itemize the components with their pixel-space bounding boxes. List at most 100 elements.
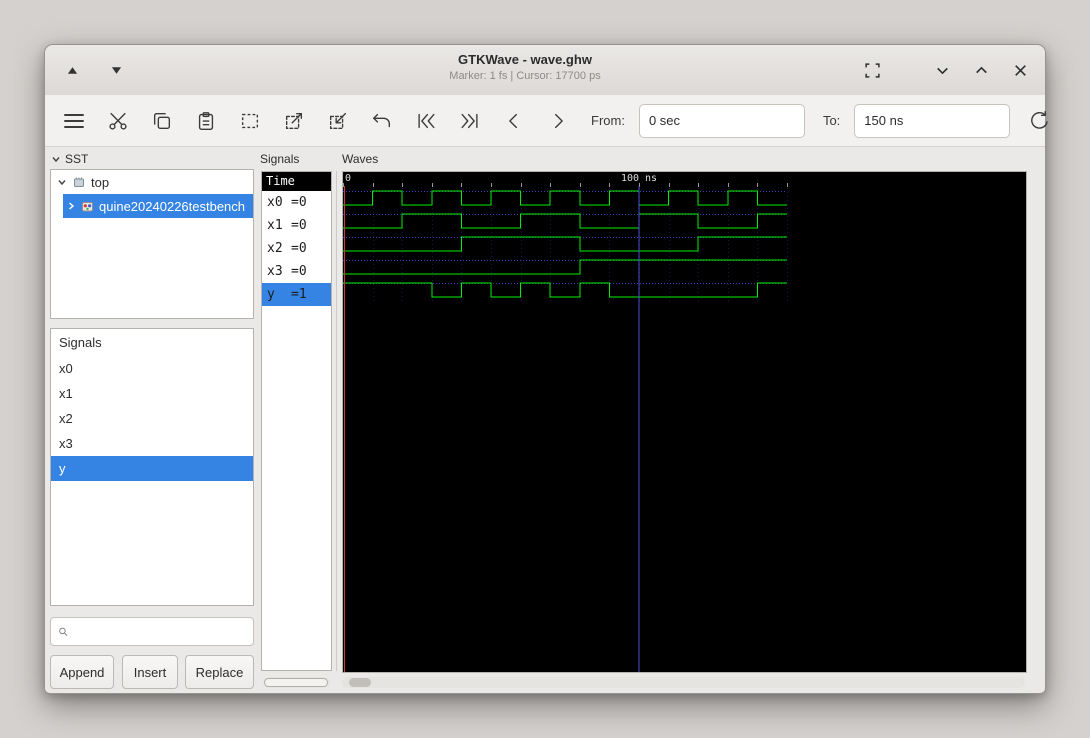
signal-name: x2: [267, 241, 283, 256]
list-item-y[interactable]: y: [51, 456, 253, 481]
sst-header: SST: [51, 152, 88, 166]
names-panel-header: Signals: [260, 152, 299, 166]
undo-icon: [373, 113, 391, 127]
scissors-icon: [109, 112, 127, 130]
zoom-fit-icon: [241, 113, 259, 128]
sst-label: SST: [65, 152, 89, 166]
titlebar-down-arrow-button[interactable]: [103, 57, 129, 83]
signal-name: x1: [267, 218, 283, 233]
tree-row-top[interactable]: top: [51, 170, 253, 194]
zoom-undo-button[interactable]: [367, 106, 397, 136]
reload-icon: [1030, 110, 1048, 129]
go-to-start-button[interactable]: [411, 106, 441, 136]
signal-value: =0: [291, 241, 307, 256]
close-button[interactable]: [1007, 57, 1033, 83]
list-item-x3[interactable]: x3: [51, 431, 253, 456]
copy-icon: [153, 112, 171, 129]
minimize-button[interactable]: [929, 57, 955, 83]
to-input[interactable]: [854, 103, 1011, 138]
zoom-in-button[interactable]: [279, 106, 309, 136]
names-hscrollbar-thumb[interactable]: [264, 678, 328, 687]
signal-value: =0: [291, 218, 307, 233]
zoom-out-icon: [329, 112, 347, 129]
go-to-end-button[interactable]: [455, 106, 485, 136]
list-item-x1[interactable]: x1: [51, 381, 253, 406]
skip-start-icon: [418, 113, 435, 128]
replace-button-label: Replace: [195, 664, 244, 680]
list-item-x0[interactable]: x0: [51, 356, 253, 381]
waves-hscrollbar-track[interactable]: [342, 677, 1025, 688]
hamburger-icon: [64, 113, 84, 128]
tree-row-testbench[interactable]: quine20240226testbench: [63, 194, 253, 218]
main-toolbar: From: To:: [45, 95, 1048, 147]
time-header: Time: [262, 172, 331, 191]
chevron-left-icon: [509, 113, 517, 128]
timeline-label: 0: [345, 173, 351, 184]
wave-name-row-x1[interactable]: x1 =0: [262, 214, 331, 237]
down-triangle-icon: [111, 66, 121, 74]
append-button[interactable]: Append: [50, 655, 114, 689]
list-item-x2[interactable]: x2: [51, 406, 253, 431]
signal-name: x0: [267, 195, 283, 210]
from-label: From:: [591, 113, 625, 128]
search-icon: [59, 627, 68, 636]
marker-cursor-status: Marker: 1 fs | Cursor: 17700 ps: [449, 70, 601, 82]
signal-name: x3: [267, 264, 283, 279]
expander-right-icon[interactable]: [66, 201, 76, 211]
zoom-in-icon: [285, 112, 303, 129]
menu-button[interactable]: [59, 106, 89, 136]
from-input[interactable]: [638, 103, 805, 138]
testbench-icon: [82, 201, 93, 211]
clipboard-icon: [198, 111, 214, 130]
waves-panel-label: Waves: [342, 152, 379, 166]
copy-traces-button[interactable]: [147, 106, 177, 136]
names-panel-label: Signals: [260, 152, 300, 166]
zoom-out-button[interactable]: [323, 106, 353, 136]
waveform-svg: 0 100 ns: [343, 172, 1026, 672]
zoom-fit-button[interactable]: [235, 106, 265, 136]
title-block: GTKWave - wave.ghw Marker: 1 fs | Cursor…: [165, 52, 885, 82]
to-label: To:: [822, 113, 841, 128]
fullscreen-button[interactable]: [859, 57, 885, 83]
waves-hscrollbar-thumb[interactable]: [349, 678, 371, 687]
signal-value: =1: [291, 287, 307, 302]
cut-traces-button[interactable]: [103, 106, 133, 136]
tree-root-label: top: [91, 174, 110, 190]
paste-traces-button[interactable]: [191, 106, 221, 136]
signal-name: y: [267, 287, 275, 302]
expander-down-icon[interactable]: [57, 177, 67, 187]
skip-end-icon: [461, 113, 478, 128]
replace-button[interactable]: Replace: [185, 655, 254, 689]
insert-button[interactable]: Insert: [122, 655, 178, 689]
signals-list-header: Signals: [59, 335, 102, 350]
shift-left-button[interactable]: [499, 106, 529, 136]
window-title: GTKWave - wave.ghw: [458, 52, 592, 67]
sst-tree-panel: top quine20240226testbench: [50, 169, 254, 319]
chevron-down-icon: [936, 67, 948, 74]
timeline-label: 100 ns: [621, 173, 657, 184]
titlebar-up-arrow-button[interactable]: [59, 57, 85, 83]
wave-canvas[interactable]: 0 100 ns: [342, 171, 1027, 673]
fullscreen-icon: [864, 62, 880, 78]
wave-name-row-x0[interactable]: x0 =0: [262, 191, 331, 214]
reload-button[interactable]: [1024, 106, 1054, 136]
signal-search-panel: Signals x0 x1 x2 x3 y: [50, 328, 254, 606]
pane-splitter[interactable]: [336, 171, 337, 671]
search-input[interactable]: [73, 617, 253, 646]
signal-value: =0: [291, 195, 307, 210]
up-triangle-icon: [67, 66, 77, 74]
wave-name-row-y[interactable]: y =1: [262, 283, 331, 306]
close-icon: [1014, 64, 1026, 76]
module-icon: [74, 177, 84, 187]
maximize-button[interactable]: [968, 57, 994, 83]
signal-search-box: [50, 617, 254, 646]
chevron-right-icon: [555, 113, 563, 128]
waves-panel-header: Waves: [342, 152, 378, 166]
chevron-down-icon[interactable]: [51, 154, 61, 164]
wave-name-row-x3[interactable]: x3 =0: [262, 260, 331, 283]
names-hscrollbar-track[interactable]: [263, 677, 330, 688]
headerbar[interactable]: GTKWave - wave.ghw Marker: 1 fs | Cursor…: [45, 45, 1045, 96]
shift-right-button[interactable]: [543, 106, 573, 136]
wave-name-row-x2[interactable]: x2 =0: [262, 237, 331, 260]
wave-names-panel: Time x0 =0 x1 =0 x2 =0 x3 =0 y =1: [261, 171, 332, 671]
